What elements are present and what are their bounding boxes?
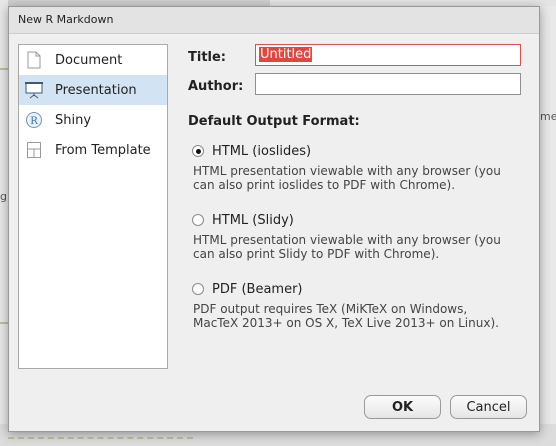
shiny-icon: R bbox=[25, 111, 43, 129]
background-divider bbox=[8, 437, 193, 439]
option-description: HTML presentation viewable with any brow… bbox=[192, 164, 522, 192]
option-label: HTML (Slidy) bbox=[212, 212, 294, 228]
background-divider bbox=[0, 68, 8, 70]
sidebar-item-label: Presentation bbox=[55, 82, 137, 98]
option-description-line: HTML presentation viewable with any brow… bbox=[193, 233, 501, 247]
option-html-ioslides: HTML (ioslides) HTML presentation viewab… bbox=[192, 142, 522, 192]
background-divider bbox=[0, 322, 8, 324]
radio-html-ioslides[interactable] bbox=[192, 145, 204, 157]
option-pdf-beamer: PDF (Beamer) PDF output requires TeX (Mi… bbox=[192, 280, 522, 330]
option-description: HTML presentation viewable with any brow… bbox=[192, 233, 522, 261]
presentation-icon bbox=[25, 81, 43, 99]
background-text-fragment: me bbox=[540, 110, 556, 123]
option-label: HTML (ioslides) bbox=[212, 143, 312, 159]
author-input[interactable] bbox=[255, 73, 521, 95]
svg-text:R: R bbox=[30, 116, 38, 127]
sidebar-item-label: Document bbox=[55, 52, 123, 68]
title-input[interactable]: Untitled bbox=[255, 44, 521, 66]
template-icon bbox=[25, 141, 43, 159]
option-description: PDF output requires TeX (MiKTeX on Windo… bbox=[192, 302, 522, 330]
option-label: PDF (Beamer) bbox=[212, 281, 303, 297]
option-description-line: PDF output requires TeX (MiKTeX on Windo… bbox=[193, 302, 468, 316]
new-r-markdown-dialog: New R Markdown Document Presentation R S… bbox=[8, 6, 540, 432]
ok-button[interactable]: OK bbox=[364, 395, 441, 419]
sidebar-item-label: Shiny bbox=[55, 112, 92, 128]
cancel-button[interactable]: Cancel bbox=[450, 395, 527, 419]
background-right-pane bbox=[540, 0, 556, 446]
radio-html-slidy[interactable] bbox=[192, 214, 204, 226]
author-label: Author: bbox=[188, 79, 244, 94]
dialog-title: New R Markdown bbox=[9, 7, 539, 34]
sidebar-item-label: From Template bbox=[55, 142, 151, 158]
template-type-list: Document Presentation R Shiny From Templ… bbox=[18, 44, 168, 369]
sidebar-item-document[interactable]: Document bbox=[19, 45, 167, 75]
sidebar-item-shiny[interactable]: R Shiny bbox=[19, 105, 167, 135]
output-format-heading: Default Output Format: bbox=[188, 114, 360, 129]
title-input-value: Untitled bbox=[259, 47, 313, 62]
option-description-line: can also print Slidy to PDF with Chrome)… bbox=[193, 247, 440, 261]
option-description-line: can also print ioslides to PDF with Chro… bbox=[193, 178, 456, 192]
sidebar-item-presentation[interactable]: Presentation bbox=[19, 75, 167, 105]
option-html-slidy: HTML (Slidy) HTML presentation viewable … bbox=[192, 211, 522, 261]
option-description-line: MacTeX 2013+ on OS X, TeX Live 2013+ on … bbox=[193, 316, 499, 330]
option-description-line: HTML presentation viewable with any brow… bbox=[193, 164, 501, 178]
title-label: Title: bbox=[188, 50, 227, 65]
background-text-fragment: g bbox=[0, 190, 7, 203]
sidebar-item-from-template[interactable]: From Template bbox=[19, 135, 167, 165]
background-left-pane bbox=[0, 0, 8, 446]
radio-pdf-beamer[interactable] bbox=[192, 283, 204, 295]
document-icon bbox=[25, 51, 43, 69]
